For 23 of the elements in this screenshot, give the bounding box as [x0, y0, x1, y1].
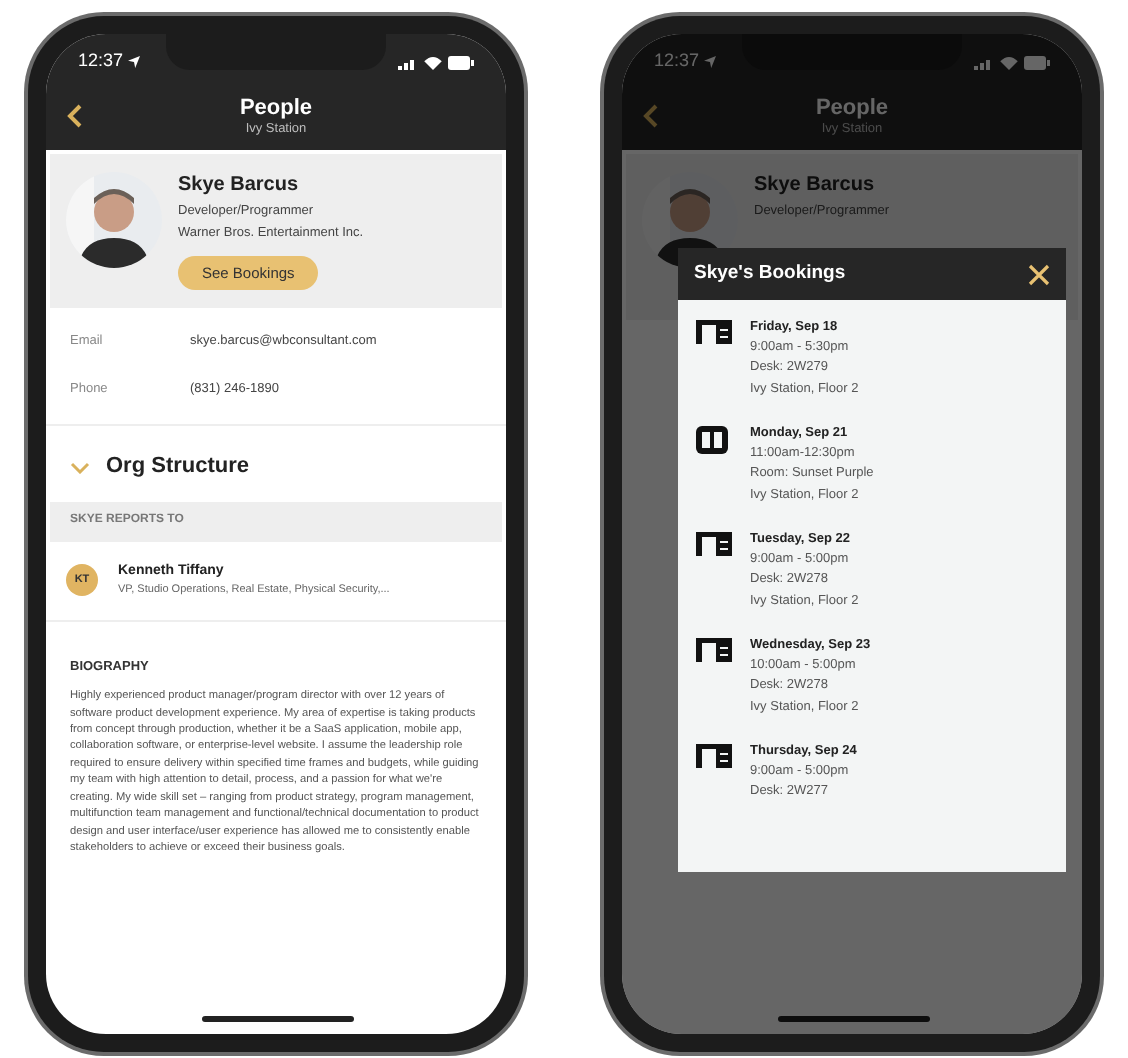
back-icon[interactable]: [66, 104, 82, 128]
wifi-icon: [424, 55, 442, 69]
status-time: 12:37: [654, 48, 700, 75]
signal-icon: [398, 55, 418, 69]
desk-icon: [696, 320, 732, 344]
person-name: Skye Barcus: [178, 172, 301, 200]
desk-icon: [696, 638, 732, 662]
desk-icon: [696, 532, 732, 556]
battery-icon: [1024, 55, 1050, 69]
battery-icon: [448, 55, 474, 69]
modal-title: Skye's Bookings: [694, 259, 846, 288]
location-arrow-icon: [127, 56, 140, 68]
status-time: 12:37: [78, 48, 124, 75]
header-title: People: [239, 95, 313, 121]
room-icon: [696, 426, 728, 454]
wifi-icon: [1000, 55, 1018, 69]
desk-icon: [696, 744, 732, 768]
person-name: Skye Barcus: [754, 172, 877, 200]
header-title: People: [815, 95, 889, 121]
signal-icon: [974, 55, 994, 69]
close-icon[interactable]: [1028, 263, 1050, 285]
section-title: Org Structure: [106, 452, 250, 483]
location-arrow-icon: [703, 56, 716, 68]
